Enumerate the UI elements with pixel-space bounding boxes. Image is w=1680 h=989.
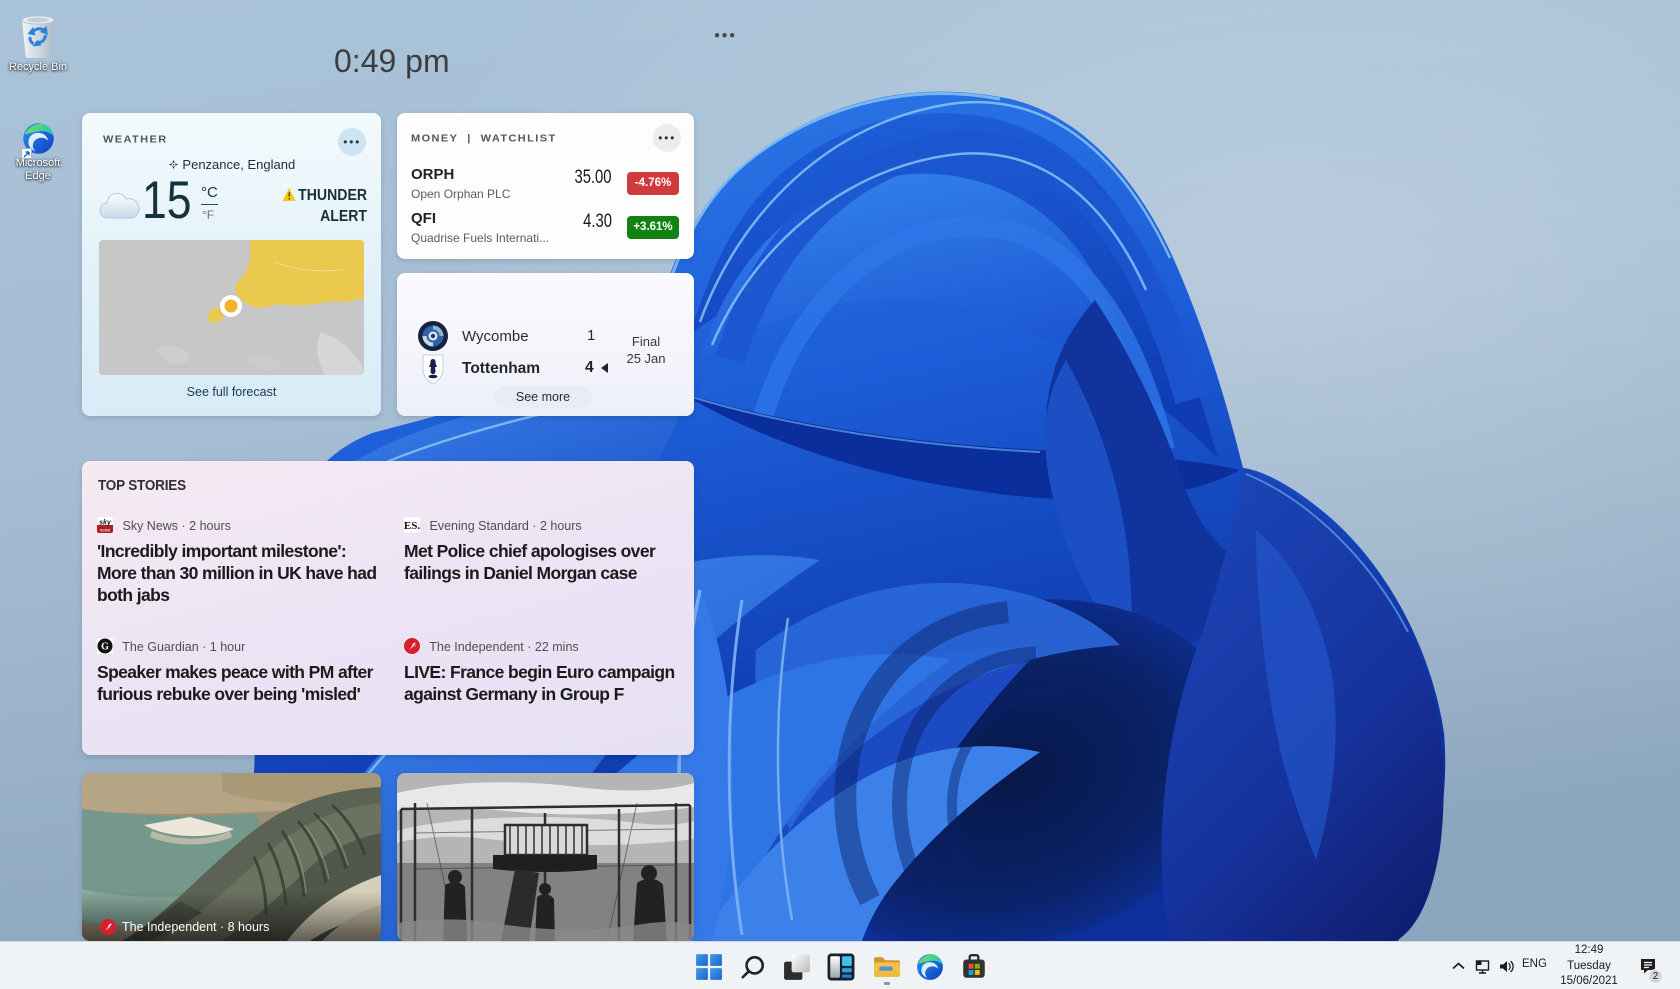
svg-text:sky: sky: [99, 520, 112, 527]
svg-text:G: G: [101, 642, 109, 653]
svg-text:The Independent · 8 hours: The Independent · 8 hours: [122, 920, 269, 934]
svg-text:ES.: ES.: [404, 520, 420, 532]
svg-text:news: news: [100, 528, 111, 533]
